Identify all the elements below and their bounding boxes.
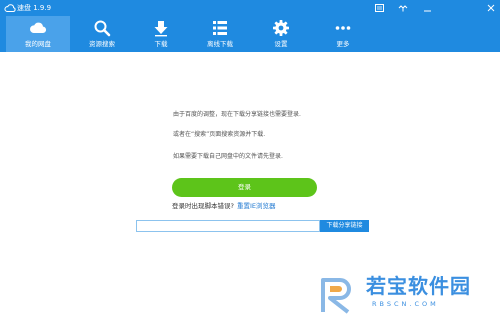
info-text-line-2: 或者在“搜索”页面搜索资源并下载. [173, 131, 266, 138]
tab-label: 资源搜索 [89, 40, 115, 48]
close-button[interactable] [484, 2, 498, 14]
minimize-button[interactable] [420, 2, 434, 14]
restore-icon [398, 5, 408, 12]
close-icon [487, 4, 495, 12]
menu-button[interactable] [372, 2, 386, 14]
download-icon [154, 21, 168, 37]
tab-resource-search[interactable]: 资源搜索 [70, 16, 134, 52]
app-title: 速盘 1.9.9 [17, 4, 52, 12]
tab-label: 离线下载 [207, 40, 233, 48]
header-bar: 速盘 1.9.9 我的网盘 资源搜索 下载 离线下载 设置 更多 [0, 0, 500, 52]
info-text-line-1: 由于百度的调整，现在下载分享链接也需要登录. [173, 111, 301, 118]
gear-icon [273, 20, 289, 36]
tab-download[interactable]: 下载 [129, 16, 193, 52]
restore-button[interactable] [396, 2, 410, 14]
tab-my-disk[interactable]: 我的网盘 [6, 16, 70, 52]
download-share-link-button[interactable]: 下载分享链接 [320, 220, 369, 232]
script-error-text: 登录时出现脚本错误? [172, 202, 234, 210]
tab-label: 更多 [336, 40, 350, 48]
share-link-input[interactable] [136, 220, 320, 232]
search-icon [94, 20, 111, 37]
tab-label: 设置 [274, 40, 288, 48]
info-text-line-3: 如果需要下载自己网盘中的文件请先登录. [173, 153, 283, 160]
app-window: 速盘 1.9.9 我的网盘 资源搜索 下载 离线下载 设置 更多 由于百度的调整… [0, 0, 500, 322]
main-nav: 我的网盘 资源搜索 下载 离线下载 设置 更多 [0, 16, 500, 52]
watermark-subtitle: RBSCN.COM [372, 300, 439, 308]
watermark-title: 若宝软件园 [366, 274, 471, 298]
tab-settings[interactable]: 设置 [249, 16, 313, 52]
minimize-icon [423, 10, 431, 12]
tab-more[interactable]: 更多 [311, 16, 375, 52]
tab-label: 下载 [154, 40, 168, 48]
tab-label: 我的网盘 [25, 40, 51, 48]
title-bar: 速盘 1.9.9 [0, 0, 500, 16]
menu-icon [374, 4, 384, 12]
login-button[interactable]: 登录 [172, 178, 317, 197]
cloud-icon [30, 22, 47, 34]
app-logo-icon [4, 4, 16, 12]
reset-ie-link[interactable]: 重置IE浏览器 [237, 202, 276, 211]
list-icon [213, 21, 227, 35]
watermark-logo-icon [321, 278, 351, 314]
tab-offline-download[interactable]: 离线下载 [188, 16, 252, 52]
more-icon [335, 26, 351, 30]
